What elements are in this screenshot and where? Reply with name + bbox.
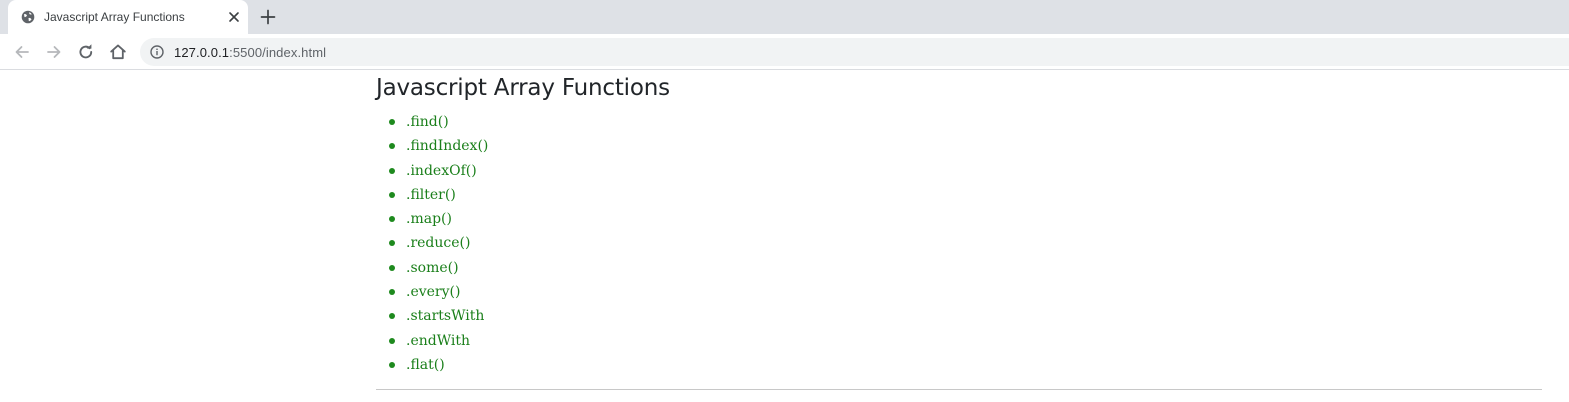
function-link[interactable]: .some() [406, 260, 459, 276]
function-link[interactable]: .find() [406, 114, 449, 130]
list-item: .findIndex() [376, 134, 1542, 158]
browser-tab[interactable]: Javascript Array Functions [8, 0, 248, 34]
tab-strip: Javascript Array Functions [0, 0, 1569, 34]
function-link[interactable]: .every() [406, 284, 460, 300]
bullet-icon [389, 167, 395, 174]
horizontal-rule [376, 389, 1542, 390]
url-text[interactable]: 127.0.0.1:5500/index.html [174, 45, 326, 60]
bullet-icon [389, 240, 395, 247]
list-item: .every() [376, 280, 1542, 304]
globe-icon [21, 10, 35, 24]
url-host: 127.0.0.1 [174, 45, 230, 60]
function-link[interactable]: .map() [406, 211, 452, 227]
page-content: Javascript Array Functions .find() .findI… [0, 71, 1569, 402]
bullet-icon [389, 264, 395, 271]
list-item: .reduce() [376, 231, 1542, 255]
tab-title: Javascript Array Functions [44, 10, 185, 24]
bullet-icon [389, 216, 395, 223]
arrow-right-icon[interactable] [45, 43, 63, 61]
close-icon[interactable] [227, 10, 241, 24]
arrow-left-icon[interactable] [13, 43, 31, 61]
function-link[interactable]: .endWith [406, 333, 470, 349]
list-item: .filter() [376, 183, 1542, 207]
function-link[interactable]: .reduce() [406, 235, 470, 251]
page-title: Javascript Array Functions [376, 75, 670, 101]
function-list: .find() .findIndex() .indexOf() .filter() .m… [376, 110, 1542, 377]
url-path: :5500/index.html [229, 45, 327, 60]
browser-toolbar: 127.0.0.1:5500/index.html [0, 34, 1569, 70]
list-item: .find() [376, 110, 1542, 134]
list-item: .flat() [376, 353, 1542, 377]
function-link[interactable]: .indexOf() [406, 163, 477, 179]
bullet-icon [389, 337, 395, 344]
function-link[interactable]: .startsWith [406, 308, 484, 324]
plus-icon[interactable] [260, 9, 276, 25]
content-container: Javascript Array Functions .find() .findI… [376, 71, 1542, 390]
bullet-icon [389, 191, 395, 198]
list-item: .startsWith [376, 304, 1542, 328]
list-item: .indexOf() [376, 159, 1542, 183]
list-item: .some() [376, 256, 1542, 280]
bullet-icon [389, 313, 395, 320]
bullet-icon [389, 361, 395, 368]
bullet-icon [389, 119, 395, 125]
info-icon[interactable] [150, 45, 164, 59]
bullet-icon [389, 289, 395, 296]
list-item: .map() [376, 207, 1542, 231]
bullet-icon [389, 143, 395, 150]
address-bar[interactable]: 127.0.0.1:5500/index.html [140, 38, 1569, 66]
function-link[interactable]: .flat() [406, 357, 445, 373]
function-link[interactable]: .filter() [406, 187, 456, 203]
function-link[interactable]: .findIndex() [406, 138, 488, 154]
reload-icon[interactable] [77, 43, 95, 61]
list-item: .endWith [376, 329, 1542, 353]
home-icon[interactable] [109, 43, 127, 61]
